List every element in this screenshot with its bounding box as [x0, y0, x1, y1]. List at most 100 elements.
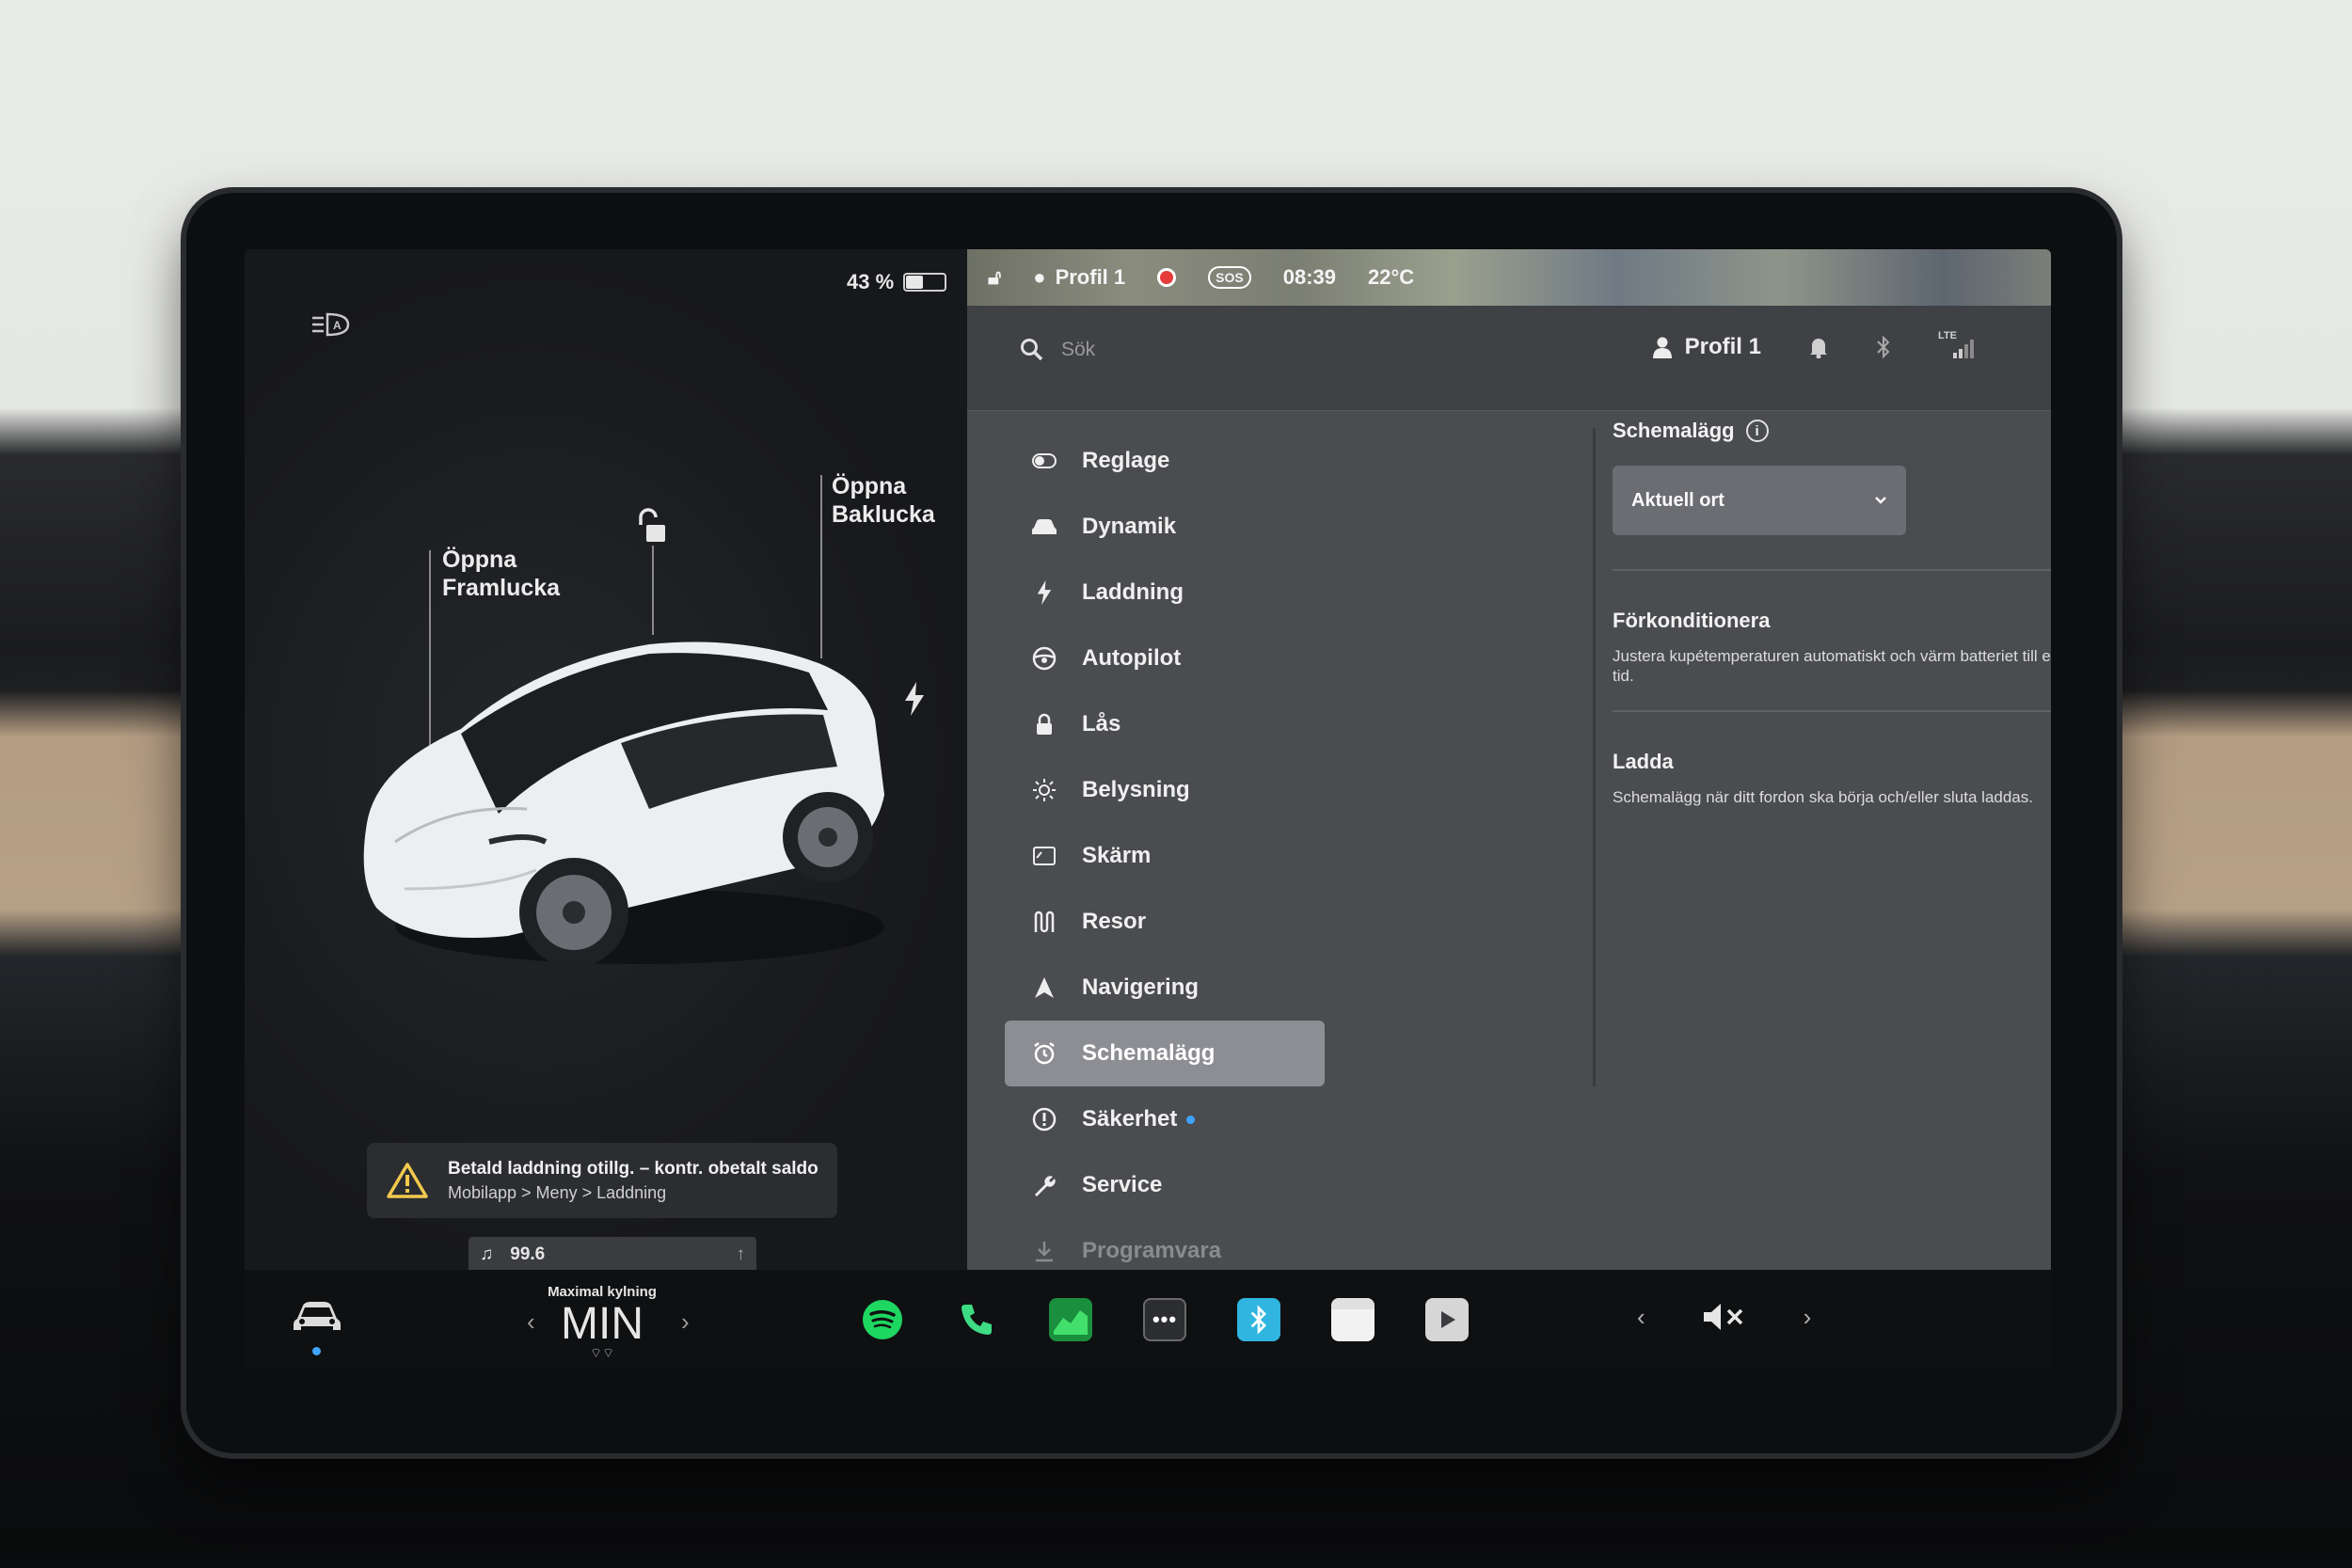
person-icon: ●	[1033, 265, 1046, 289]
precondition-title: Förkonditionera	[1613, 609, 1771, 632]
spotify-logo	[863, 1300, 902, 1339]
unlock-icon[interactable]	[635, 508, 669, 546]
toggle-icon	[1031, 448, 1057, 474]
status-bar: 🔓︎ ● Profil 1 SOS 08:39 22°C	[967, 249, 2051, 306]
rear-trunk-label-line1: Öppna	[832, 473, 907, 499]
front-trunk-label-line1: Öppna	[442, 546, 517, 573]
nav-item-label: Resor	[1082, 909, 1147, 934]
schedule-header: Schemalägg i	[1613, 419, 2051, 443]
header-controls: Profil 1 LTE	[1652, 330, 1976, 360]
nav-item-label: Reglage	[1082, 448, 1170, 473]
nav-item-label: Laddning	[1082, 579, 1184, 605]
schedule-content: Schemalägg i Aktuell ort Förkonditionera…	[1613, 419, 2051, 832]
energy-graph-glyph	[1054, 1310, 1088, 1335]
lte-signal-icon: LTE	[1938, 330, 1976, 360]
fan-defrost-icon: ⌔⌔	[589, 1345, 615, 1360]
volume-control: ‹ ›	[1637, 1301, 1811, 1333]
charge-title: Ladda	[1613, 750, 1674, 773]
expand-up-icon[interactable]: ↑	[737, 1244, 746, 1265]
navigation-icon	[1031, 974, 1057, 1001]
volume-muted-icon[interactable]	[1702, 1301, 1747, 1333]
volume-down-button[interactable]: ‹	[1637, 1303, 1645, 1332]
bottom-dock: ‹ Maximal kylning MIN ⌔⌔ › ••• ‹ ›	[245, 1270, 2051, 1369]
spotify-icon[interactable]	[861, 1298, 904, 1341]
nav-item-navigering[interactable]: Navigering	[1005, 955, 1325, 1021]
bluetooth-icon[interactable]	[1876, 335, 1891, 359]
nav-item-label: Belysning	[1082, 777, 1190, 802]
sos-icon[interactable]: SOS	[1208, 266, 1251, 289]
nav-item-autopilot[interactable]: Autopilot	[1005, 626, 1325, 691]
car-model-image	[363, 641, 885, 967]
climate-mode-label: Maximal kylning	[548, 1284, 657, 1300]
climate-increase-button[interactable]: ›	[681, 1307, 690, 1337]
precondition-row: Förkonditionera Justera kupétemperaturen…	[1613, 571, 2051, 710]
lock-icon	[1031, 711, 1057, 737]
battery-percent: 43 %	[847, 270, 895, 293]
theater-icon[interactable]	[1425, 1298, 1469, 1341]
nav-item-label: Programvara	[1082, 1238, 1222, 1263]
battery-fill	[906, 276, 924, 289]
car-panel: 43 % A Öppna Framlucka Öppna Baklucka Be…	[245, 249, 967, 1273]
nav-item-l-s[interactable]: Lås	[1005, 691, 1325, 757]
nav-item-schemal-gg[interactable]: Schemalägg	[1005, 1021, 1325, 1086]
alert-circle-icon	[1031, 1106, 1057, 1132]
battery-icon	[903, 273, 947, 292]
nav-item-dynamik[interactable]: Dynamik	[1005, 494, 1325, 560]
nav-item-resor[interactable]: Resor	[1005, 889, 1325, 955]
svg-text:A: A	[333, 319, 342, 332]
phone-glyph	[961, 1305, 992, 1335]
nav-item-s-kerhet[interactable]: Säkerhet	[1005, 1086, 1325, 1152]
trips-icon	[1031, 909, 1057, 935]
nav-item-service[interactable]: Service	[1005, 1152, 1325, 1218]
bluetooth-glyph	[1250, 1305, 1267, 1335]
nav-item-reglage[interactable]: Reglage	[1005, 428, 1325, 494]
bluetooth-app-icon[interactable]	[1237, 1298, 1280, 1341]
nav-item-belysning[interactable]: Belysning	[1005, 757, 1325, 823]
paid-charging-alert[interactable]: Betald laddning otillg. – kontr. obetalt…	[367, 1143, 837, 1218]
nav-item-laddning[interactable]: Laddning	[1005, 560, 1325, 626]
unlock-status-icon[interactable]: 🔓︎	[988, 265, 1001, 290]
climate-control[interactable]: Maximal kylning MIN ⌔⌔	[517, 1284, 687, 1362]
volume-up-button[interactable]: ›	[1804, 1303, 1812, 1332]
nav-item-label: Skärm	[1082, 843, 1152, 868]
car-icon[interactable]	[292, 1298, 342, 1336]
phone-icon[interactable]	[955, 1298, 998, 1341]
rear-trunk-label-line2: Baklucka	[832, 501, 935, 528]
touchscreen: 43 % A Öppna Framlucka Öppna Baklucka Be…	[245, 249, 2051, 1369]
status-profile[interactable]: ● Profil 1	[1033, 265, 1125, 290]
rear-trunk-button[interactable]: Öppna Baklucka	[832, 472, 935, 529]
app-launcher: •••	[861, 1298, 1469, 1341]
search-icon	[1021, 339, 1043, 361]
clock: 08:39	[1282, 265, 1336, 289]
search-header: Profil 1 LTE	[967, 306, 2051, 411]
nav-item-sk-rm[interactable]: Skärm	[1005, 823, 1325, 889]
bolt-icon	[1031, 579, 1057, 606]
location-dropdown[interactable]: Aktuell ort	[1613, 466, 1906, 535]
front-trunk-button[interactable]: Öppna Framlucka	[442, 546, 560, 602]
auto-headlight-icon[interactable]: A	[310, 310, 352, 339]
calendar-icon[interactable]	[1331, 1298, 1375, 1341]
media-mini-player[interactable]: ♫ 99.6 ↑	[469, 1237, 756, 1273]
active-indicator	[312, 1347, 321, 1355]
dashcam-record-icon[interactable]	[1157, 268, 1177, 287]
search-input[interactable]	[1061, 334, 1588, 366]
info-icon[interactable]: i	[1745, 420, 1769, 442]
signal-bars	[1953, 340, 1974, 358]
charge-row: Ladda Schemalägg när ditt fordon ska bör…	[1613, 712, 2051, 832]
energy-app-icon[interactable]	[1049, 1298, 1092, 1341]
play-glyph	[1441, 1311, 1455, 1328]
wrench-icon	[1031, 1172, 1057, 1198]
alert-title: Betald laddning otillg. – kontr. obetalt…	[448, 1158, 818, 1179]
bell-icon[interactable]	[1808, 336, 1829, 358]
front-trunk-label-line2: Framlucka	[442, 575, 561, 601]
radio-station: 99.6	[510, 1244, 546, 1264]
more-apps-icon[interactable]: •••	[1143, 1298, 1186, 1341]
steering-wheel-icon	[1031, 645, 1057, 672]
ellipsis-glyph: •••	[1152, 1307, 1178, 1331]
profile-button[interactable]: Profil 1	[1652, 334, 1761, 360]
profile-name: Profil 1	[1684, 334, 1761, 359]
status-profile-name: Profil 1	[1055, 265, 1126, 289]
location-value: Aktuell ort	[1631, 489, 1724, 511]
charge-description: Schemalägg när ditt fordon ska börja och…	[1613, 788, 2033, 806]
music-note-icon: ♫	[480, 1244, 494, 1264]
